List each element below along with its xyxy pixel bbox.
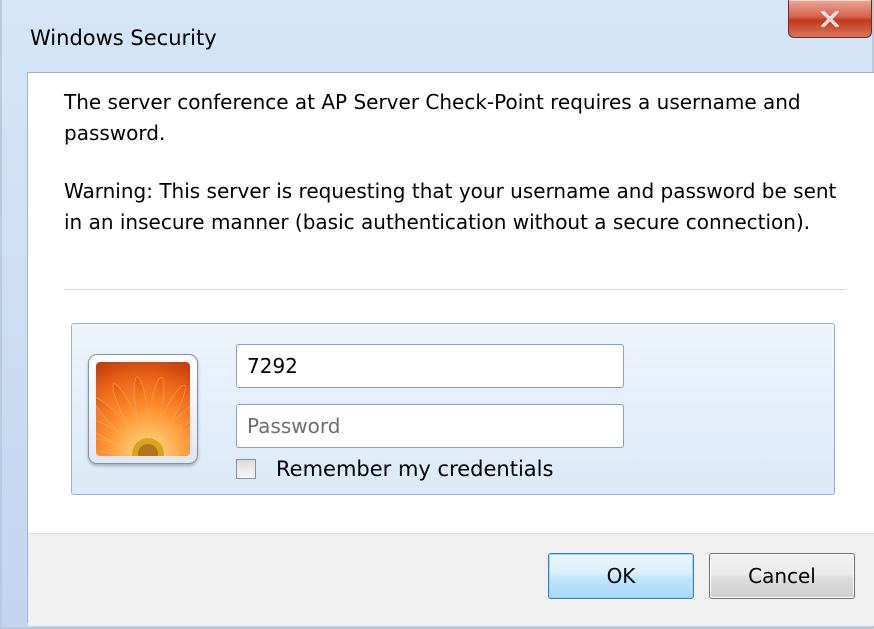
title-bar[interactable]: Windows Security [2,0,872,70]
cancel-button[interactable]: Cancel [709,553,855,599]
separator [64,289,846,290]
server-message: The server conference at AP Server Check… [64,90,801,145]
warning-message: Warning: This server is requesting that … [64,179,837,234]
ok-button[interactable]: OK [548,553,694,599]
remember-credentials[interactable]: Remember my credentials [236,454,553,484]
avatar [88,354,198,464]
close-icon [821,10,839,27]
button-bar: OK Cancel [28,533,874,626]
username-field[interactable] [236,344,624,388]
credential-tile: Remember my credentials [71,323,835,495]
user-tile-icon [96,362,190,456]
close-button[interactable] [788,0,872,38]
dialog-window: Windows Security The server conference a… [0,0,874,629]
remember-checkbox[interactable] [236,459,256,479]
password-field[interactable] [236,404,624,448]
remember-label[interactable]: Remember my credentials [276,457,553,481]
dialog-content: The server conference at AP Server Check… [27,72,874,626]
window-title: Windows Security [30,26,217,50]
